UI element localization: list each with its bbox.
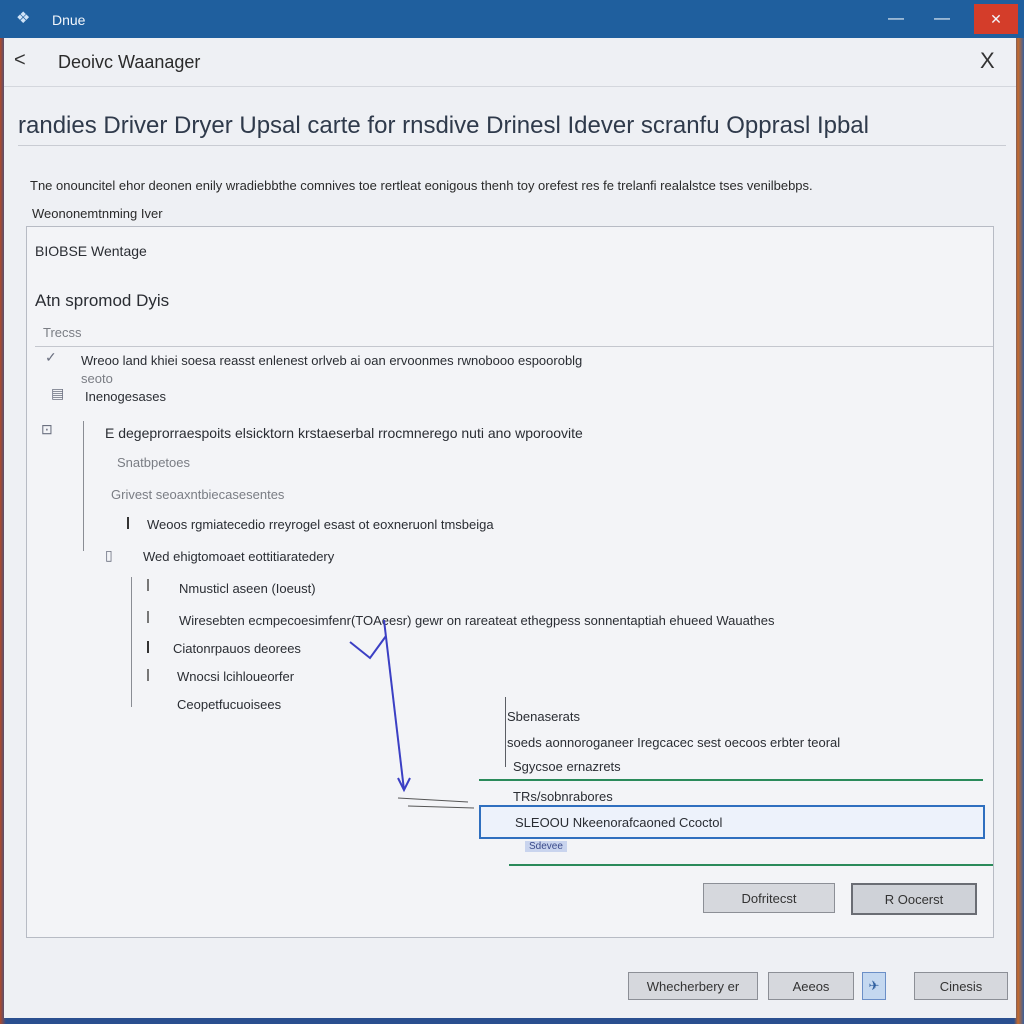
footer-button-4[interactable]: Cinesis — [914, 972, 1008, 1000]
footer-button-2[interactable]: Aeeos — [768, 972, 854, 1000]
window-title: Dnue — [52, 12, 86, 28]
plane-icon: ✈ — [868, 978, 880, 993]
maximize-button[interactable]: — — [930, 8, 954, 30]
annotation-arrow — [349, 619, 475, 809]
window-titlebar: ❖ Dnue — — ✕ — [0, 0, 1024, 38]
footer-icon-button[interactable]: ✈ — [862, 972, 886, 1000]
minimize-button[interactable]: — — [884, 8, 908, 30]
app-logo-icon: ❖ — [16, 10, 31, 27]
window-close-button[interactable]: ✕ — [974, 4, 1018, 34]
footer-button-1[interactable]: Whecherbery er — [628, 972, 758, 1000]
device-manager-window: < Deoivc Waanager X randies Driver Dryer… — [4, 38, 1016, 1018]
